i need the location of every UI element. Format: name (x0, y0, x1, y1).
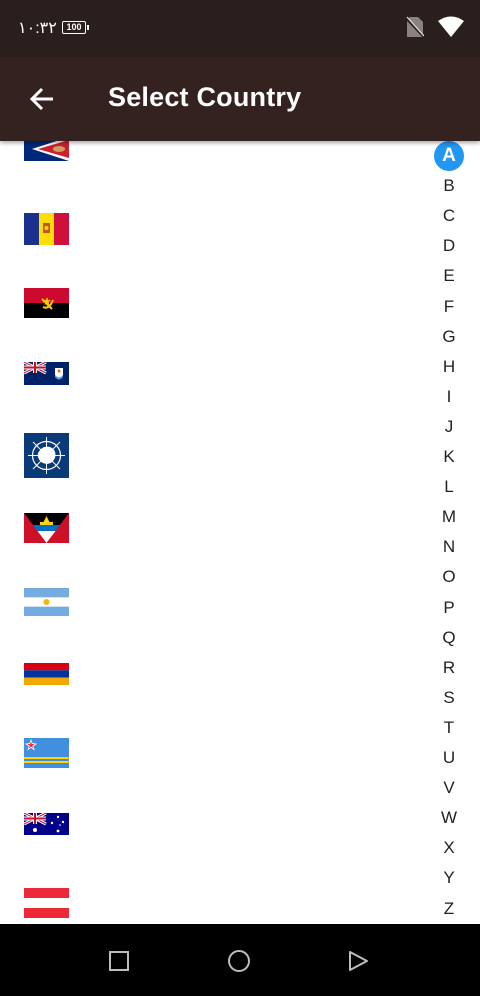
flag-american-samoa-icon[interactable] (24, 141, 69, 161)
country-list[interactable] (0, 141, 480, 924)
flag-andorra-icon[interactable] (24, 213, 69, 245)
index-letter-e[interactable]: E (432, 266, 466, 286)
flag-angola-icon[interactable] (24, 288, 69, 318)
home-button[interactable] (224, 946, 254, 976)
index-letter-b[interactable]: B (432, 176, 466, 196)
index-letter-d[interactable]: D (432, 236, 466, 256)
home-circle-icon (228, 950, 250, 972)
navigation-bar (0, 924, 480, 996)
index-letter-v[interactable]: V (432, 778, 466, 798)
status-time: ١٠:٣٢ (18, 20, 57, 37)
index-letter-k[interactable]: K (432, 447, 466, 467)
index-letter-f[interactable]: F (432, 297, 466, 317)
index-letter-z[interactable]: Z (432, 899, 466, 919)
index-letter-h[interactable]: H (432, 357, 466, 377)
index-letter-i[interactable]: I (432, 387, 466, 407)
index-letter-q[interactable]: Q (432, 628, 466, 648)
status-bar: ١٠:٣٢ 100 (0, 0, 480, 57)
index-letter-w[interactable]: W (432, 808, 466, 828)
app-bar: Select Country (0, 57, 480, 141)
flag-argentina-icon[interactable] (24, 588, 69, 616)
index-letter-m[interactable]: M (432, 507, 466, 527)
alphabet-index[interactable]: ABCDEFGHIJKLMNOPQRSTUVWXYZ (432, 141, 466, 924)
no-sim-icon (406, 16, 424, 38)
status-icons (406, 16, 464, 38)
index-letter-j[interactable]: J (432, 417, 466, 437)
index-letter-o[interactable]: O (432, 567, 466, 587)
index-letter-l[interactable]: L (432, 477, 466, 497)
recents-square-icon (109, 951, 129, 971)
page-title: Select Country (108, 82, 302, 112)
flag-austria-icon[interactable] (24, 888, 69, 918)
nav-back-button[interactable] (343, 946, 373, 976)
index-letter-u[interactable]: U (432, 748, 466, 768)
flag-antarctica-icon[interactable] (24, 433, 69, 478)
back-button[interactable] (20, 77, 64, 121)
index-letter-g[interactable]: G (432, 327, 466, 347)
flag-australia-icon[interactable] (24, 813, 69, 835)
index-letter-y[interactable]: Y (432, 868, 466, 888)
flag-aruba-icon[interactable] (24, 738, 69, 768)
recents-button[interactable] (104, 946, 134, 976)
index-letter-r[interactable]: R (432, 658, 466, 678)
battery-icon: 100 (62, 21, 89, 34)
index-letter-c[interactable]: C (432, 206, 466, 226)
index-letter-x[interactable]: X (432, 838, 466, 858)
index-letter-n[interactable]: N (432, 537, 466, 557)
index-letter-t[interactable]: T (432, 718, 466, 738)
flag-antigua-icon[interactable] (24, 513, 69, 543)
back-triangle-icon (349, 951, 368, 971)
flag-anguilla-icon[interactable] (24, 362, 69, 385)
index-letter-p[interactable]: P (432, 598, 466, 618)
flag-armenia-icon[interactable] (24, 663, 69, 685)
wifi-icon (438, 16, 464, 37)
index-letter-s[interactable]: S (432, 688, 466, 708)
index-letter-a[interactable]: A (434, 141, 464, 171)
arrow-left-icon (29, 87, 53, 111)
